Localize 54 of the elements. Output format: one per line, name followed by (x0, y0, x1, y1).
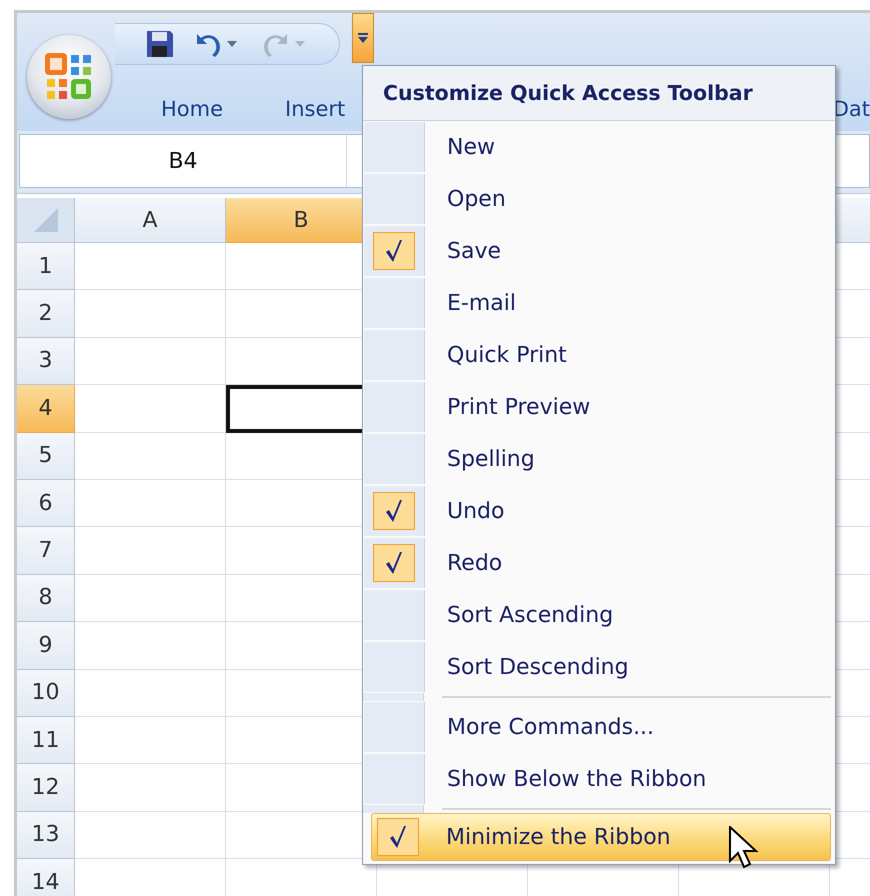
menu-item[interactable]: Show Below the Ribbon (363, 753, 835, 805)
customize-toolbar-button[interactable] (352, 13, 374, 63)
column-header[interactable]: A (75, 198, 226, 243)
ribbon-tab[interactable]: Home (161, 97, 224, 121)
office-button[interactable] (27, 35, 111, 119)
menu-item[interactable]: Minimize the Ribbon (371, 813, 831, 861)
grid-cell[interactable] (75, 764, 226, 812)
menu-item[interactable]: Spelling (363, 433, 835, 485)
row-header[interactable]: 3 (17, 338, 75, 386)
dropdown-icon (357, 32, 369, 44)
menu-item[interactable]: Undo (363, 485, 835, 537)
grid-cell[interactable] (75, 480, 226, 528)
row-header[interactable]: 2 (17, 290, 75, 338)
row-header[interactable]: 8 (17, 574, 75, 622)
select-all-button[interactable] (17, 198, 75, 243)
caret-icon (227, 41, 237, 47)
caret-icon (295, 41, 305, 47)
grid-cell[interactable] (75, 338, 226, 386)
grid-cell[interactable] (75, 716, 226, 764)
menu-title: Customize Quick Access Toolbar (363, 66, 835, 121)
grid-cell[interactable] (75, 622, 226, 670)
checkmark-icon (385, 239, 403, 263)
row-header[interactable]: 5 (17, 432, 75, 480)
row-header[interactable]: 12 (17, 764, 75, 812)
row-header[interactable]: 11 (17, 716, 75, 764)
menu-item[interactable]: More Commands... (363, 701, 835, 753)
row-header[interactable]: 10 (17, 670, 75, 717)
menu-item[interactable]: Print Preview (363, 381, 835, 433)
row-header[interactable]: 13 (17, 812, 75, 860)
grid-cell[interactable] (75, 385, 226, 433)
menu-item[interactable]: Quick Print (363, 329, 835, 381)
checkmark-icon (389, 825, 407, 849)
grid-cell[interactable] (75, 574, 226, 622)
grid-cell[interactable] (75, 670, 226, 717)
triangle-icon (34, 208, 58, 232)
grid-cell[interactable] (75, 527, 226, 575)
row-header[interactable]: 7 (17, 527, 75, 575)
menu-item[interactable]: Sort Descending (363, 641, 835, 693)
row-header[interactable]: 6 (17, 480, 75, 528)
checkmark-icon (385, 499, 403, 523)
menu-item[interactable]: Redo (363, 537, 835, 589)
grid-cell[interactable] (75, 290, 226, 338)
menu-item[interactable]: Sort Ascending (363, 589, 835, 641)
menu-item[interactable]: New (363, 121, 835, 173)
checkmark-icon (385, 551, 403, 575)
row-header[interactable]: 14 (17, 859, 75, 896)
grid-cell[interactable] (75, 432, 226, 480)
menu-item[interactable]: E-mail (363, 277, 835, 329)
row-header[interactable]: 1 (17, 243, 75, 290)
grid-cell[interactable] (75, 243, 226, 290)
row-header[interactable]: 9 (17, 622, 75, 670)
ribbon-tab[interactable]: Insert (285, 97, 346, 121)
row-header[interactable]: 4 (17, 385, 75, 433)
grid-cell[interactable] (75, 812, 226, 860)
